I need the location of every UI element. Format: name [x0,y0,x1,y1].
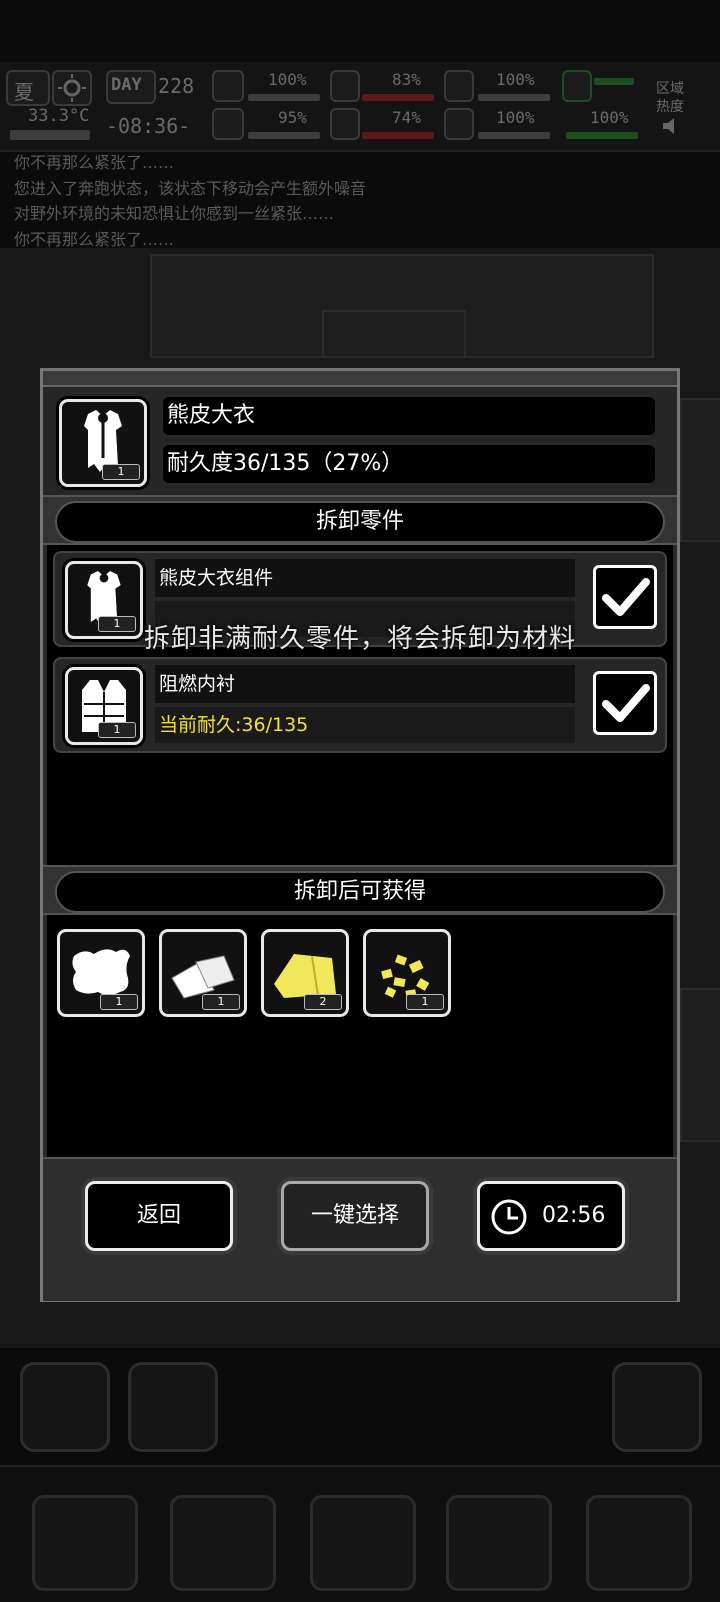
dismantle-dialog: 1 熊皮大衣 耐久度36/135（27%） 拆卸零件 1 熊皮大衣组件 1 阻燃… [40,368,680,1302]
parts-section-bar: 拆卸零件 [43,495,677,545]
part-durability: 当前耐久:36/135 [155,707,575,743]
checkmark-icon [602,684,650,722]
result-quantity: 1 [100,994,138,1010]
season-label: 夏 [14,80,34,104]
thirst-bar [362,132,434,139]
map-door [322,310,466,358]
stamina-value: 100% [496,70,535,89]
message-log: 你不再那么紧张了…… 您进入了奔跑状态，该状态下移动会产生额外噪音 对野外环境的… [14,150,714,252]
day-label: DAY [111,75,142,95]
part-name: 阻燃内衬 [155,665,575,703]
health-value: 100% [268,70,307,89]
journal-icon[interactable] [310,1495,416,1591]
part-slot: 1 [65,667,143,745]
log-line: 对野外环境的未知恐惧让你感到一丝紧张…… [14,204,335,223]
map-wall [680,398,720,542]
dialog-top-bar [43,371,677,387]
stomach-icon [330,70,360,102]
map-wall [680,988,720,1142]
clock: -08:36- [106,114,191,138]
results-header: 拆卸后可获得 [55,871,665,913]
dismantle-timer-button[interactable]: 02:56 [477,1181,625,1251]
result-slot[interactable]: 1 [363,929,451,1017]
shield-icon [562,70,592,102]
armor-value: 100% [590,108,629,127]
result-slot[interactable]: 2 [261,929,349,1017]
item-quantity: 1 [102,464,140,480]
status-hud: 夏 DAY 228 33.3°C -08:36- 100% 95% 83% 74… [0,62,720,152]
result-quantity: 1 [406,994,444,1010]
result-quantity: 1 [202,994,240,1010]
part-checkbox[interactable] [593,671,657,735]
result-slot[interactable]: 1 [159,929,247,1017]
health-bar [248,94,320,101]
stamina-bar [478,94,550,101]
part-row[interactable]: 1 阻燃内衬 当前耐久:36/135 [53,657,667,753]
armor-bar-top [594,78,634,85]
parts-header: 拆卸零件 [55,501,665,543]
season-badge: 夏 [6,70,50,106]
menu-icon[interactable] [586,1495,692,1591]
results-section-bar: 拆卸后可获得 [43,865,677,915]
zone-label: 区域 [656,81,684,97]
timer-label: 02:56 [542,1203,606,1228]
part-quantity: 1 [98,722,136,738]
heart-icon [444,108,474,140]
heat-label: 热度 [656,99,684,115]
clock-icon [491,1199,527,1235]
results-list: 1 1 2 1 [47,915,673,1157]
result-quantity: 2 [304,994,342,1010]
mental-bar [248,132,320,139]
back-button[interactable]: 返回 [85,1181,233,1251]
mental-value: 95% [278,108,307,127]
item-slot[interactable]: 1 [59,399,147,487]
hunger-value: 83% [392,70,421,89]
toast-message: 拆卸非满耐久零件，将会拆卸为材料 [143,624,576,654]
parts-list: 1 熊皮大衣组件 1 阻燃内衬 当前耐久:36/135 [47,545,673,865]
temperature: 33.3°C [28,106,90,126]
head-brain-icon[interactable] [170,1495,276,1591]
chest-icon[interactable] [32,1495,138,1591]
medkit-icon [212,70,244,102]
day-badge: DAY [106,70,156,104]
log-line: 您进入了奔跑状态，该状态下移动会产生额外噪音 [14,178,367,198]
select-all-button[interactable]: 一键选择 [281,1181,429,1251]
hunger-bar [362,94,434,101]
brain-icon [212,108,244,140]
part-name: 熊皮大衣组件 [155,559,575,597]
item-durability: 耐久度36/135（27%） [163,445,655,483]
thirst-value: 74% [392,108,421,127]
interact-hand-icon[interactable] [20,1362,110,1452]
speaker-icon[interactable] [660,114,684,138]
water-drop-icon [330,108,360,140]
item-header: 1 熊皮大衣 耐久度36/135（27%） [43,387,677,505]
bottom-nav [0,1465,720,1602]
armor-bar [566,132,638,139]
day-number: 228 [158,74,195,98]
shop-cart-icon[interactable] [446,1495,552,1591]
log-line: 你不再那么紧张了…… [14,153,175,172]
mood-bar [478,132,550,139]
exit-door-icon[interactable] [612,1362,702,1452]
item-name: 熊皮大衣 [163,397,655,435]
result-slot[interactable]: 1 [57,929,145,1017]
sun-icon [52,70,92,106]
temperature-bar [10,130,90,140]
mood-value: 100% [496,108,535,127]
walk-icon[interactable] [128,1362,218,1452]
dialog-footer: 返回 一键选择 02:56 [43,1157,677,1301]
lungs-icon [444,70,474,102]
